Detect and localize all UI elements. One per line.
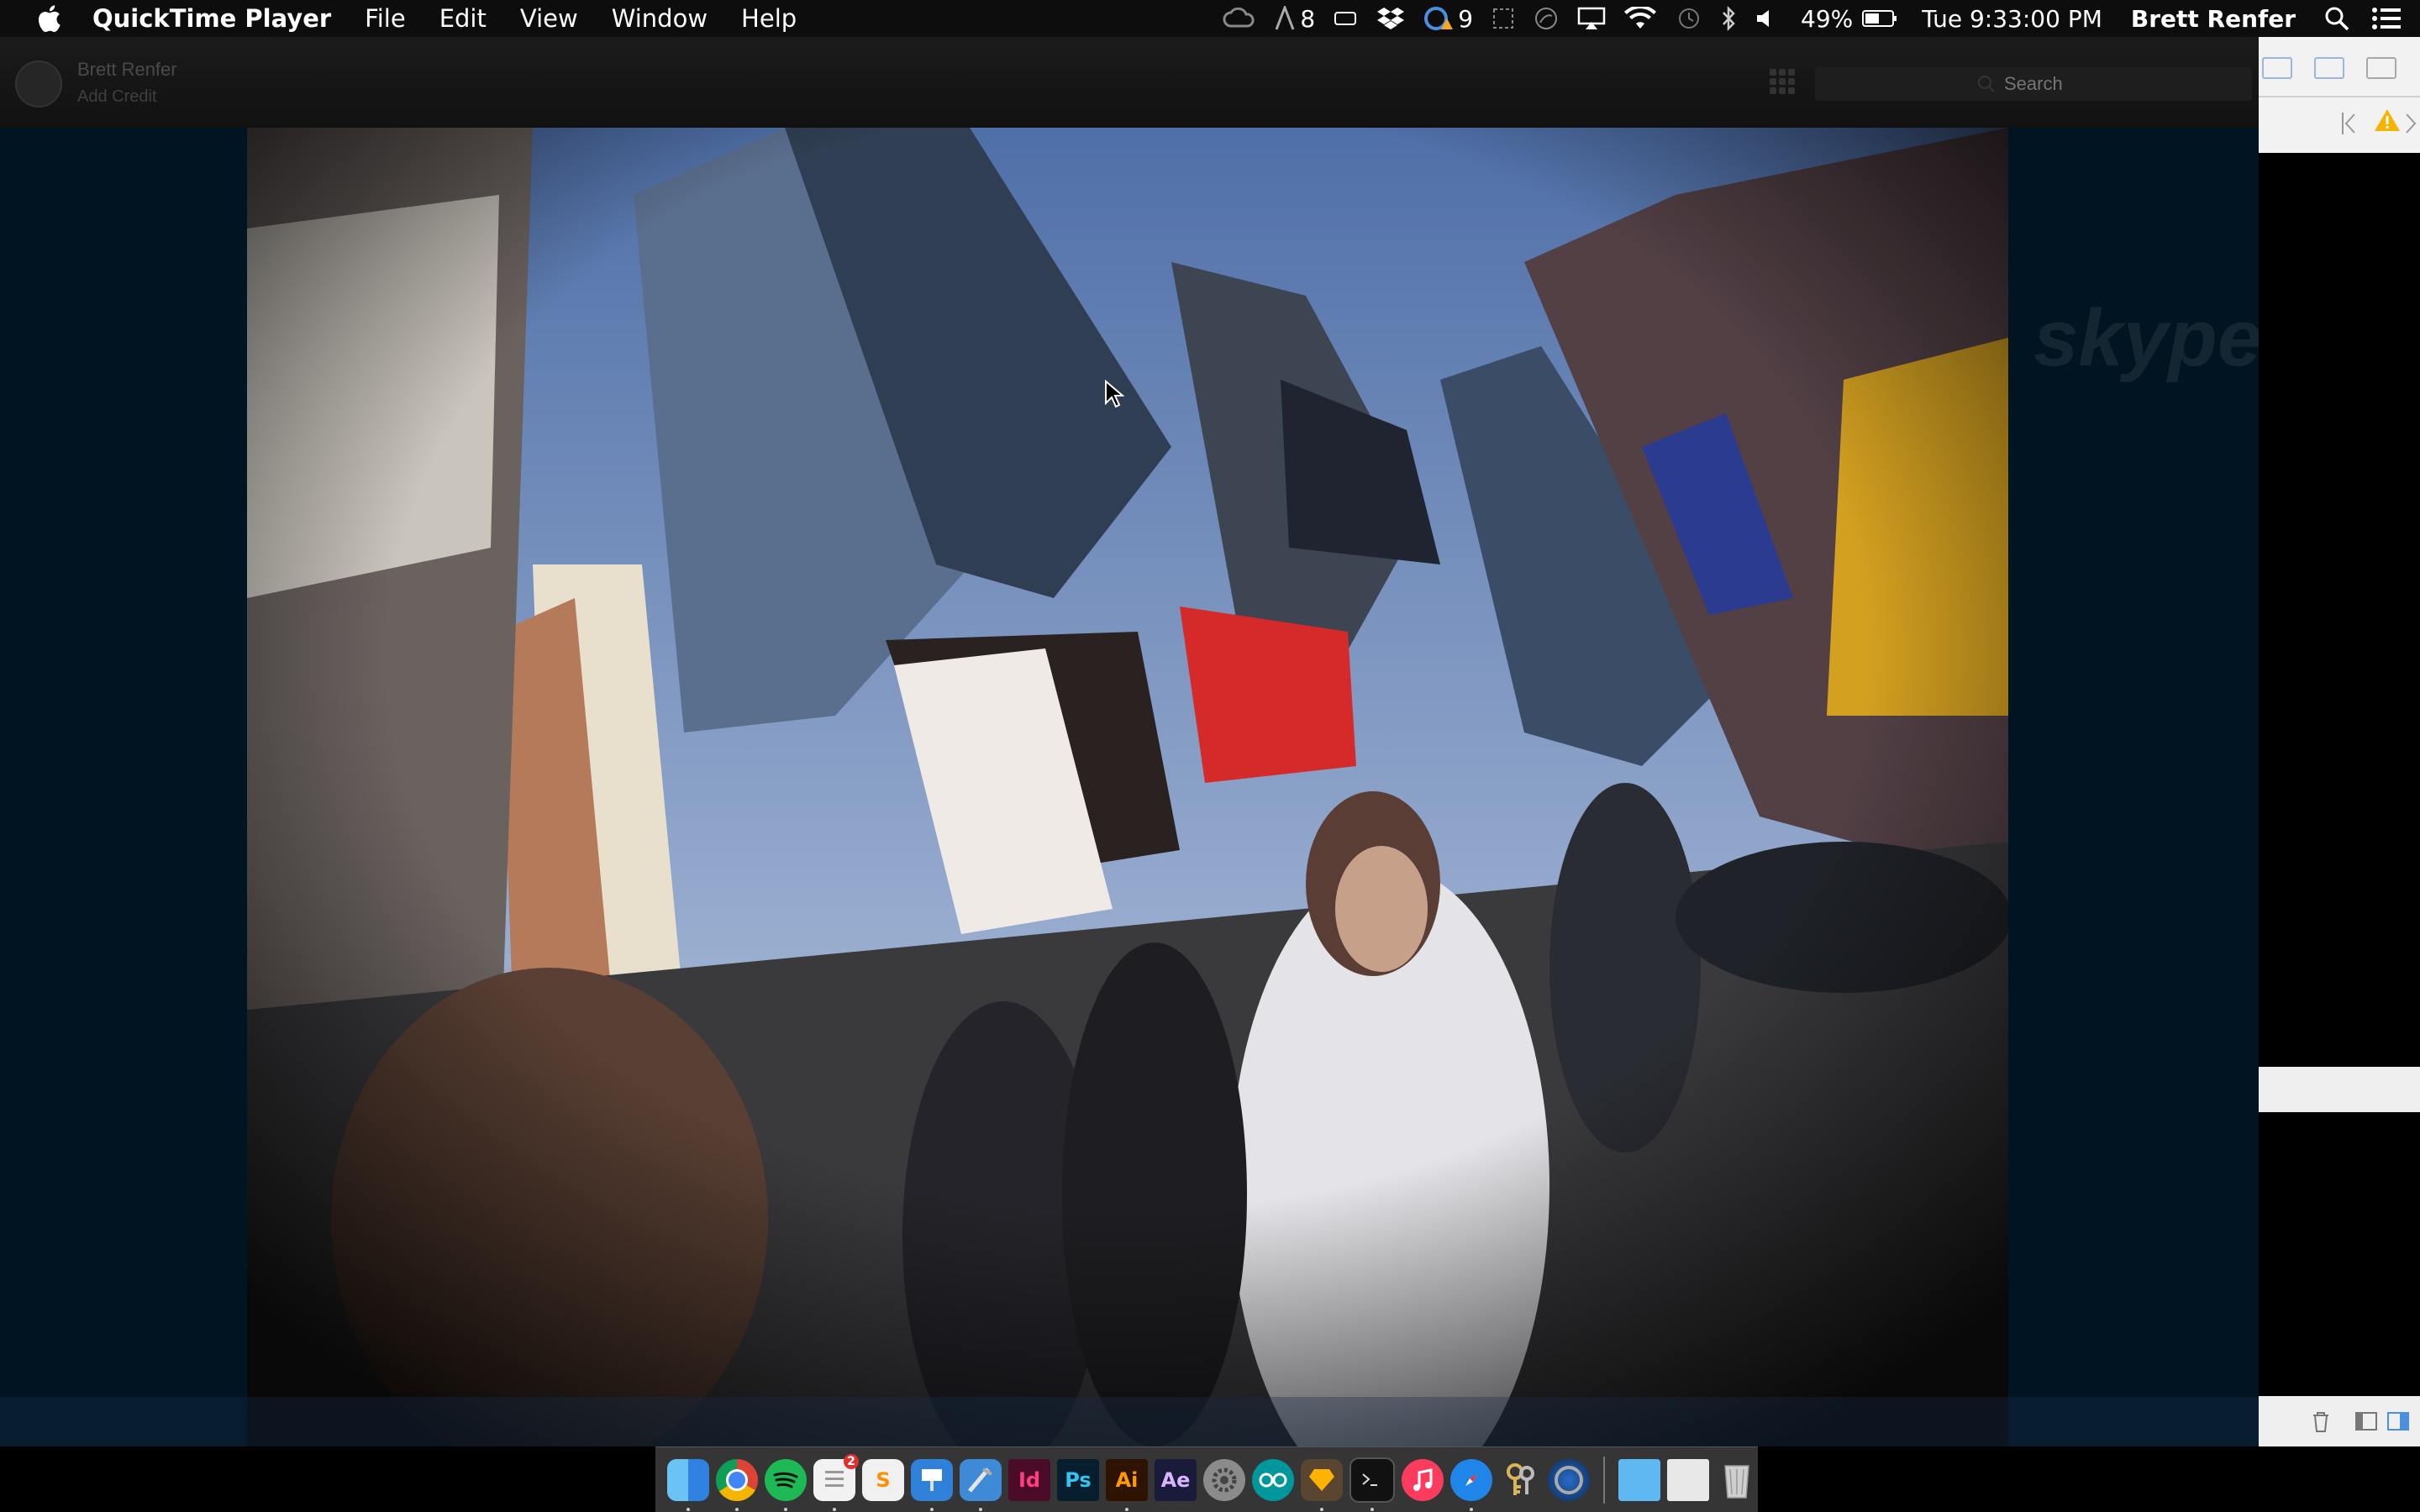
left-panel-icon[interactable] <box>2354 1410 2378 1433</box>
mouse-cursor-icon <box>1104 379 1125 408</box>
dock-mail-stack[interactable] <box>1667 1458 1709 1501</box>
dock-sublime[interactable]: S <box>862 1458 904 1501</box>
menu-bar: QuickTime Player File Edit View Window H… <box>0 0 2420 37</box>
wifi-icon[interactable] <box>1624 0 1657 37</box>
dock-terminal[interactable] <box>1349 1457 1395 1511</box>
call-controls-bar <box>0 1397 2259 1446</box>
profile-name[interactable]: Brett Renfer <box>77 59 177 81</box>
dock-badge: 2 <box>844 1453 859 1469</box>
dock-photoshop[interactable]: Ps <box>1057 1458 1099 1501</box>
menu-edit[interactable]: Edit <box>439 4 487 33</box>
search-icon <box>1978 76 1995 92</box>
sync-warning-icon[interactable] <box>1423 0 1455 37</box>
dock-itunes[interactable] <box>1402 1458 1444 1501</box>
user-name[interactable]: Brett Renfer <box>2131 5 2296 33</box>
dock-trash[interactable] <box>1716 1459 1758 1501</box>
dock-keychain-access[interactable] <box>1499 1459 1541 1501</box>
dock-safari[interactable] <box>1450 1458 1492 1511</box>
utilities-toggle-button[interactable] <box>2366 57 2396 79</box>
dock-indesign[interactable]: Id <box>1008 1458 1050 1501</box>
menu-file[interactable]: File <box>365 4 406 33</box>
side-panel-bar <box>2259 1067 2420 1112</box>
menu-window[interactable]: Window <box>612 4 708 33</box>
dock-system-preferences[interactable] <box>1203 1458 1245 1501</box>
debug-toggle-button[interactable] <box>2314 57 2344 79</box>
search-input[interactable] <box>2002 72 2090 96</box>
dock-after-effects[interactable]: Ae <box>1155 1458 1197 1501</box>
right-panel-icon[interactable] <box>2386 1410 2410 1433</box>
dialpad-icon[interactable] <box>1770 69 1795 94</box>
dock-finder[interactable] <box>667 1458 709 1511</box>
avatar[interactable] <box>15 60 62 108</box>
dock: 2 S Id Ps Ai Ae <box>655 1446 1758 1512</box>
dock-illustrator[interactable]: Ai <box>1106 1458 1148 1511</box>
video-scene-image <box>247 128 2008 1446</box>
trash-icon[interactable] <box>2309 1410 2333 1433</box>
font-count-icon[interactable] <box>1275 0 1295 37</box>
font-count: 8 <box>1300 4 1316 33</box>
status-area: 8 9 49% Tue 9:33:00 PM Brett Renfer <box>1204 0 2420 37</box>
volume-icon[interactable] <box>1755 0 1776 37</box>
search-box[interactable] <box>1815 67 2252 101</box>
battery-icon[interactable] <box>1861 0 1898 37</box>
dock-chrome[interactable] <box>716 1458 758 1511</box>
menu-view[interactable]: View <box>520 4 578 33</box>
battery-percent: 49% <box>1801 4 1854 33</box>
notification-center-icon[interactable] <box>2371 0 2402 37</box>
dropbox-icon[interactable] <box>1377 0 1405 37</box>
dock-keynote[interactable] <box>911 1458 953 1511</box>
skype-watermark: skype <box>2033 293 2259 383</box>
screenshot-icon[interactable] <box>1491 0 1515 37</box>
back-chevron-icon[interactable] <box>2339 111 2356 138</box>
forward-chevron-icon[interactable] <box>2403 111 2420 138</box>
apple-menu-icon[interactable] <box>34 2 64 35</box>
creative-cloud-icon[interactable] <box>1223 0 1256 37</box>
menu-app-name[interactable]: QuickTime Player <box>92 4 331 33</box>
dock-applications-folder[interactable] <box>1618 1458 1660 1501</box>
menu-help[interactable]: Help <box>741 4 797 33</box>
dock-spotify[interactable] <box>765 1458 807 1511</box>
video-feed[interactable] <box>247 128 2008 1446</box>
time-machine-icon[interactable] <box>1534 0 1559 37</box>
spotlight-search-icon[interactable] <box>2324 0 2349 37</box>
battery-outline-icon[interactable] <box>1334 0 1359 37</box>
skype-window: Brett Renfer Add Credit Search skype <box>0 37 2259 1446</box>
dock-camera[interactable] <box>1548 1458 1590 1501</box>
dock-separator <box>1603 1456 1605 1504</box>
dock-xcode[interactable] <box>960 1458 1002 1511</box>
add-credit-link[interactable]: Add Credit <box>77 87 157 107</box>
notification-count: 9 <box>1458 4 1474 33</box>
dock-sketch[interactable] <box>1301 1458 1343 1511</box>
clock[interactable]: Tue 9:33:00 PM <box>1922 5 2102 33</box>
airplay-icon[interactable] <box>1577 0 1606 37</box>
side-toolbar <box>2259 37 2420 153</box>
dock-arduino[interactable] <box>1252 1458 1294 1501</box>
xcode-window-edge <box>2259 37 2420 1446</box>
video-call-area: skype <box>0 128 2259 1446</box>
warning-icon[interactable] <box>2373 108 2402 134</box>
side-bottom-bar <box>2259 1396 2420 1446</box>
dock-reminders[interactable]: 2 <box>813 1453 859 1511</box>
navigator-toggle-button[interactable] <box>2262 57 2292 79</box>
history-icon[interactable] <box>1675 0 1702 37</box>
bluetooth-icon[interactable] <box>1720 0 1737 37</box>
